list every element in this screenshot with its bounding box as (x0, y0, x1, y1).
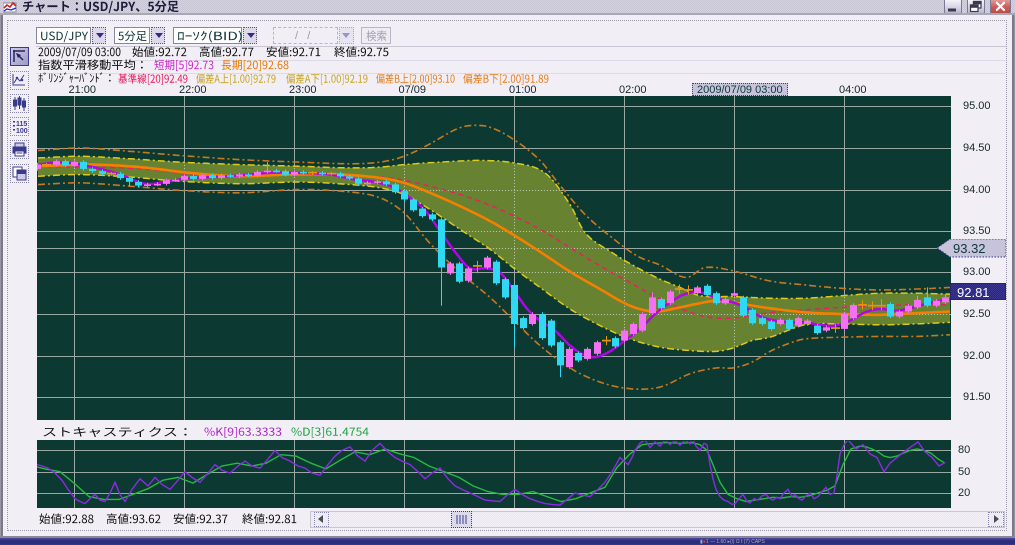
svg-text:115: 115 (16, 121, 27, 128)
svg-text:100: 100 (16, 128, 28, 135)
